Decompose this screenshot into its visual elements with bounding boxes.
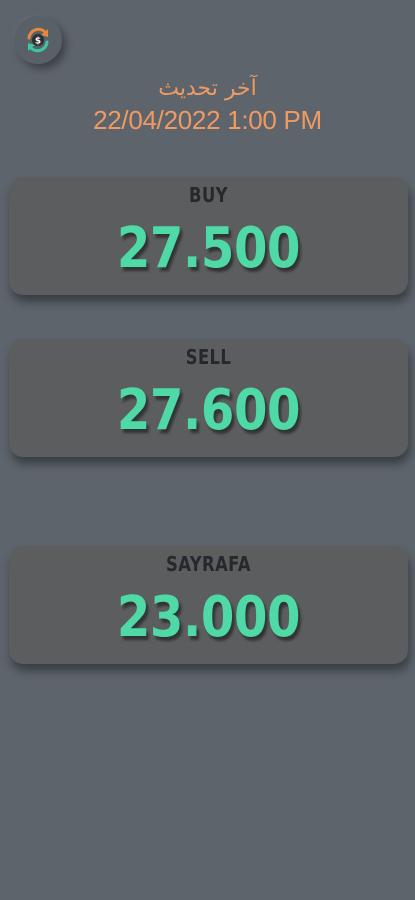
sayrafa-rate-card: SAYRAFA 23.000 <box>9 546 408 664</box>
last-update-section: آخر تحديث 22/04/2022 1:00 PM <box>0 74 415 136</box>
last-update-label: آخر تحديث <box>158 76 257 101</box>
sell-value: 27.600 <box>116 378 301 443</box>
buy-rate-card: BUY 27.500 <box>9 177 408 295</box>
last-update-date: 22/04/2022 1:00 PM <box>93 105 322 135</box>
sell-rate-card: SELL 27.600 <box>9 339 408 457</box>
sayrafa-label: SAYRAFA <box>165 552 252 576</box>
sell-label: SELL <box>185 345 232 369</box>
buy-value: 27.500 <box>116 216 301 281</box>
buy-label: BUY <box>189 183 228 207</box>
refresh-button[interactable]: $ <box>14 16 62 64</box>
svg-text:$: $ <box>35 37 41 47</box>
sayrafa-value: 23.000 <box>116 585 301 650</box>
currency-refresh-icon: $ <box>23 25 53 55</box>
